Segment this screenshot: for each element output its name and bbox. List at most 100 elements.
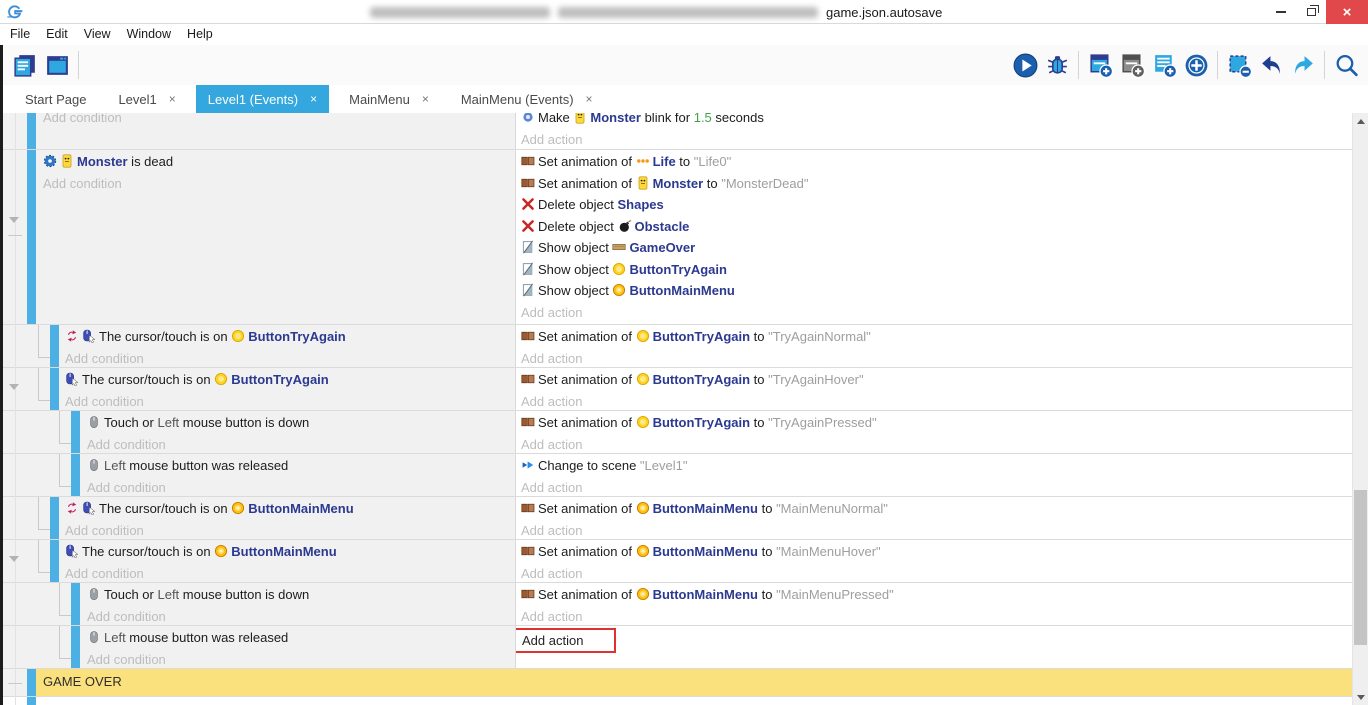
action[interactable]: Set animation of ButtonMainMenu to "Main… [521,541,1352,563]
scroll-up-button[interactable] [1353,113,1368,129]
action[interactable]: Set animation of Life to "Life0" [521,151,1352,173]
add-condition[interactable]: Add condition [65,563,515,583]
toolbar-right-group [1009,49,1362,81]
action[interactable]: Set animation of Monster to "MonsterDead… [521,173,1352,195]
condition[interactable]: The cursor/touch is on ButtonTryAgain [65,326,515,348]
object-name: ButtonTryAgain [231,372,329,387]
add-condition[interactable]: Add condition [43,173,515,195]
open-window-icon[interactable] [41,49,73,81]
tree-line [59,615,71,616]
action[interactable]: Set animation of ButtonTryAgain to "TryA… [521,326,1352,348]
tree-line [59,626,60,659]
add-condition[interactable]: Add condition [87,477,515,497]
scroll-down-button[interactable] [1353,689,1368,705]
restore-button[interactable] [1296,0,1326,24]
action[interactable]: Show object ButtonMainMenu [521,280,1352,302]
set-animation-icon [521,153,535,167]
condition[interactable]: The cursor/touch is on ButtonTryAgain [65,369,515,391]
add-event-icon[interactable] [1084,49,1116,81]
action[interactable]: Set animation of ButtonMainMenu to "Main… [521,584,1352,606]
open-project-elements-icon[interactable] [9,49,41,81]
condition[interactable]: Touch or Left mouse button is down [87,412,515,434]
play-icon[interactable] [1009,49,1041,81]
add-action[interactable]: Add action [521,434,1352,454]
comment-text[interactable]: GAME OVER [36,669,1352,696]
add-condition[interactable]: Add condition [43,113,515,129]
add-action[interactable]: Add action [521,348,1352,368]
add-action-highlighted[interactable]: Add action [515,628,616,653]
add-condition[interactable]: Add condition [87,649,515,669]
scrollbar-thumb[interactable] [1354,490,1367,645]
delete-event-icon[interactable] [1223,49,1255,81]
tab-level1[interactable]: Level1× [106,85,187,113]
action[interactable]: Set animation of ButtonMainMenu to "Main… [521,498,1352,520]
action[interactable]: Show object ButtonTryAgain [521,259,1352,281]
add-condition[interactable]: Add condition [87,434,515,454]
action[interactable]: Make Monster blink for 1.5 seconds [521,113,1352,129]
add-condition[interactable]: Add condition [87,606,515,626]
close-tab-icon[interactable]: × [422,92,429,106]
undo-icon[interactable] [1255,49,1287,81]
menu-help[interactable]: Help [179,24,221,45]
add-action[interactable]: Add action [521,520,1352,540]
add-action[interactable]: Add action [521,477,1352,497]
object-name: ButtonTryAgain [653,329,751,344]
text: Delete object [538,197,618,212]
add-action[interactable]: Add action [521,606,1352,626]
condition[interactable]: Left mouse button was released [87,455,515,477]
actions-cell: Change to scene "Level1"Add action [515,454,1352,496]
close-tab-icon[interactable]: × [586,92,593,106]
condition[interactable]: The cursor/touch is on ButtonMainMenu [65,498,515,520]
text: Set animation of [538,154,636,169]
close-tab-icon[interactable]: × [169,92,176,106]
add-action[interactable]: Add action [521,391,1352,411]
event-color-bar [50,325,59,367]
close-tab-icon[interactable]: × [310,92,317,106]
action[interactable]: Change to scene "Level1" [521,455,1352,477]
text: Show object [538,240,612,255]
text: to [676,154,694,169]
change-scene-icon [521,457,535,471]
vertical-scrollbar[interactable] [1352,113,1368,705]
add-comment-icon[interactable] [1148,49,1180,81]
add-action[interactable]: Add action [521,302,1352,324]
action[interactable]: Delete object Shapes [521,194,1352,216]
search-icon[interactable] [1330,49,1362,81]
tab-level1-events[interactable]: Level1 (Events)× [196,85,329,113]
action[interactable]: Show object GameOver [521,237,1352,259]
text: seconds [712,113,764,125]
add-subevent-icon[interactable] [1116,49,1148,81]
tree-line [59,486,71,487]
add-other-event-icon[interactable] [1180,49,1212,81]
event-row: The cursor/touch is on ButtonTryAgainAdd… [3,368,1352,411]
add-condition[interactable]: Add condition [65,348,515,368]
menu-view[interactable]: View [76,24,119,45]
text: The cursor/touch is on [82,544,214,559]
debug-icon[interactable] [1041,49,1073,81]
menu-window[interactable]: Window [119,24,179,45]
add-condition[interactable]: Add condition [65,520,515,540]
action[interactable]: Set animation of ButtonTryAgain to "TryA… [521,412,1352,434]
condition[interactable]: The cursor/touch is on ButtonMainMenu [65,541,515,563]
tab-start-page[interactable]: Start Page [13,85,98,113]
close-button[interactable]: × [1326,0,1368,24]
tab-mainmenu[interactable]: MainMenu× [337,85,441,113]
object-name: ButtonTryAgain [629,262,727,277]
add-action[interactable]: Add action [521,563,1352,583]
text: to [750,329,768,344]
tab-mainmenu-events[interactable]: MainMenu (Events)× [449,85,605,113]
condition[interactable]: Left mouse button was released [87,627,515,649]
add-action[interactable]: Add action [521,129,1352,150]
menu-edit[interactable]: Edit [38,24,76,45]
show-icon [521,261,535,275]
menu-bar: File Edit View Window Help [0,24,1368,45]
action[interactable]: Set animation of ButtonTryAgain to "TryA… [521,369,1352,391]
event-color-bar [27,697,36,705]
add-condition[interactable]: Add condition [65,391,515,411]
minimize-button[interactable] [1266,0,1296,24]
redo-icon[interactable] [1287,49,1319,81]
condition[interactable]: Monster is dead [43,151,515,173]
action[interactable]: Delete object Obstacle [521,216,1352,238]
condition[interactable]: Touch or Left mouse button is down [87,584,515,606]
menu-file[interactable]: File [2,24,38,45]
